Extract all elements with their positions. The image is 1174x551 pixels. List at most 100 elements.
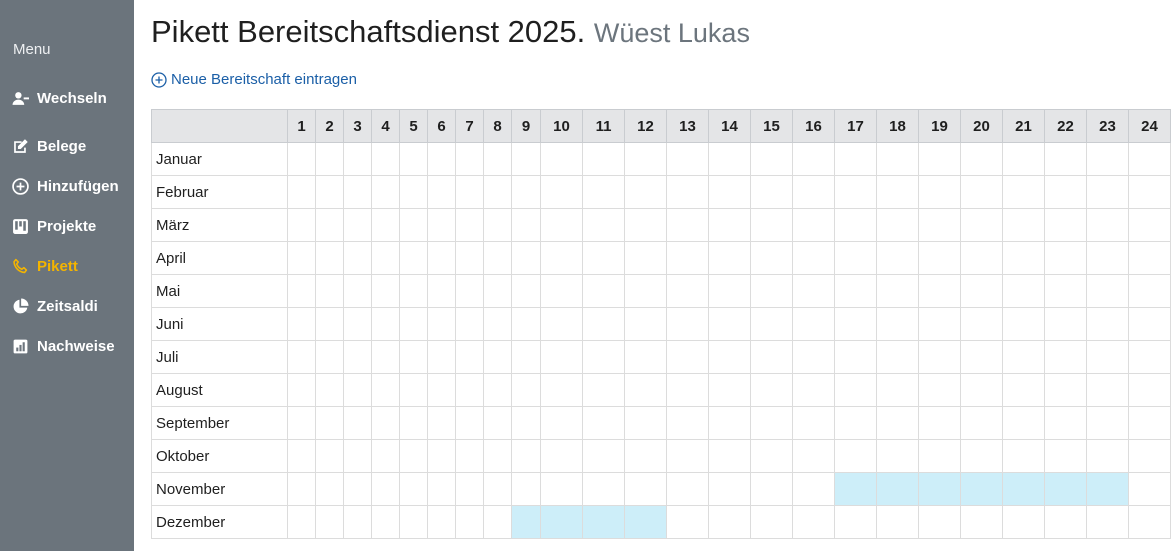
day-cell[interactable] (483, 373, 512, 407)
day-cell[interactable] (582, 274, 625, 308)
day-cell[interactable] (792, 340, 835, 374)
day-cell[interactable] (315, 472, 344, 506)
day-cell[interactable] (624, 208, 667, 242)
day-cell[interactable] (287, 274, 316, 308)
day-cell[interactable] (1044, 373, 1087, 407)
day-cell[interactable] (1128, 472, 1171, 506)
day-cell[interactable] (582, 241, 625, 275)
day-cell[interactable] (1002, 175, 1045, 209)
day-cell[interactable] (666, 439, 709, 473)
day-cell[interactable] (315, 406, 344, 440)
day-cell[interactable] (624, 142, 667, 176)
day-cell[interactable] (918, 208, 961, 242)
day-cell[interactable] (343, 505, 372, 539)
day-cell[interactable] (483, 505, 512, 539)
day-cell[interactable] (876, 340, 919, 374)
day-cell[interactable] (666, 406, 709, 440)
sidebar-item-projekte[interactable]: Projekte (12, 214, 96, 238)
day-cell[interactable] (750, 142, 793, 176)
day-cell[interactable] (834, 274, 877, 308)
day-cell[interactable] (287, 208, 316, 242)
day-cell[interactable] (1086, 406, 1129, 440)
day-cell[interactable] (455, 142, 484, 176)
day-cell[interactable] (540, 274, 583, 308)
day-cell[interactable] (371, 505, 400, 539)
day-cell[interactable] (1086, 340, 1129, 374)
day-cell[interactable] (582, 208, 625, 242)
day-cell[interactable] (511, 307, 541, 341)
day-cell[interactable] (708, 208, 751, 242)
day-cell[interactable] (834, 175, 877, 209)
day-cell[interactable] (666, 340, 709, 374)
day-cell[interactable] (624, 241, 667, 275)
day-cell[interactable] (511, 373, 541, 407)
day-cell[interactable] (624, 439, 667, 473)
day-cell[interactable] (666, 241, 709, 275)
day-cell[interactable] (624, 406, 667, 440)
day-cell[interactable] (371, 241, 400, 275)
day-cell[interactable] (455, 373, 484, 407)
day-cell[interactable] (427, 241, 456, 275)
day-cell[interactable] (287, 142, 316, 176)
day-cell[interactable] (1086, 175, 1129, 209)
standby-day-cell[interactable] (1086, 472, 1129, 506)
day-cell[interactable] (666, 208, 709, 242)
day-cell[interactable] (1086, 505, 1129, 539)
day-cell[interactable] (1128, 208, 1171, 242)
day-cell[interactable] (315, 274, 344, 308)
day-cell[interactable] (582, 439, 625, 473)
day-cell[interactable] (1128, 373, 1171, 407)
day-cell[interactable] (483, 274, 512, 308)
day-cell[interactable] (918, 373, 961, 407)
day-cell[interactable] (399, 142, 428, 176)
day-cell[interactable] (483, 208, 512, 242)
day-cell[interactable] (1002, 307, 1045, 341)
day-cell[interactable] (918, 142, 961, 176)
sidebar-item-hinzufuegen[interactable]: Hinzufügen (12, 174, 119, 198)
day-cell[interactable] (399, 241, 428, 275)
sidebar-item-belege[interactable]: Belege (12, 134, 86, 158)
day-cell[interactable] (343, 472, 372, 506)
day-cell[interactable] (876, 241, 919, 275)
day-cell[interactable] (750, 274, 793, 308)
standby-day-cell[interactable] (582, 505, 625, 539)
day-cell[interactable] (399, 307, 428, 341)
day-cell[interactable] (343, 439, 372, 473)
day-cell[interactable] (371, 274, 400, 308)
day-cell[interactable] (540, 208, 583, 242)
day-cell[interactable] (1128, 142, 1171, 176)
day-cell[interactable] (399, 175, 428, 209)
day-cell[interactable] (1086, 373, 1129, 407)
day-cell[interactable] (483, 439, 512, 473)
day-cell[interactable] (455, 439, 484, 473)
day-cell[interactable] (455, 340, 484, 374)
day-cell[interactable] (455, 505, 484, 539)
day-cell[interactable] (1002, 274, 1045, 308)
day-cell[interactable] (918, 307, 961, 341)
day-cell[interactable] (1044, 340, 1087, 374)
day-cell[interactable] (1044, 208, 1087, 242)
day-cell[interactable] (371, 208, 400, 242)
day-cell[interactable] (1002, 208, 1045, 242)
day-cell[interactable] (315, 439, 344, 473)
day-cell[interactable] (792, 142, 835, 176)
day-cell[interactable] (427, 307, 456, 341)
day-cell[interactable] (750, 406, 793, 440)
day-cell[interactable] (1128, 439, 1171, 473)
day-cell[interactable] (427, 175, 456, 209)
day-cell[interactable] (1128, 340, 1171, 374)
day-cell[interactable] (287, 505, 316, 539)
day-cell[interactable] (624, 373, 667, 407)
day-cell[interactable] (834, 439, 877, 473)
day-cell[interactable] (1044, 241, 1087, 275)
day-cell[interactable] (540, 241, 583, 275)
day-cell[interactable] (343, 208, 372, 242)
standby-day-cell[interactable] (876, 472, 919, 506)
day-cell[interactable] (371, 175, 400, 209)
day-cell[interactable] (708, 307, 751, 341)
day-cell[interactable] (287, 175, 316, 209)
day-cell[interactable] (399, 274, 428, 308)
day-cell[interactable] (624, 307, 667, 341)
day-cell[interactable] (624, 274, 667, 308)
day-cell[interactable] (1086, 274, 1129, 308)
